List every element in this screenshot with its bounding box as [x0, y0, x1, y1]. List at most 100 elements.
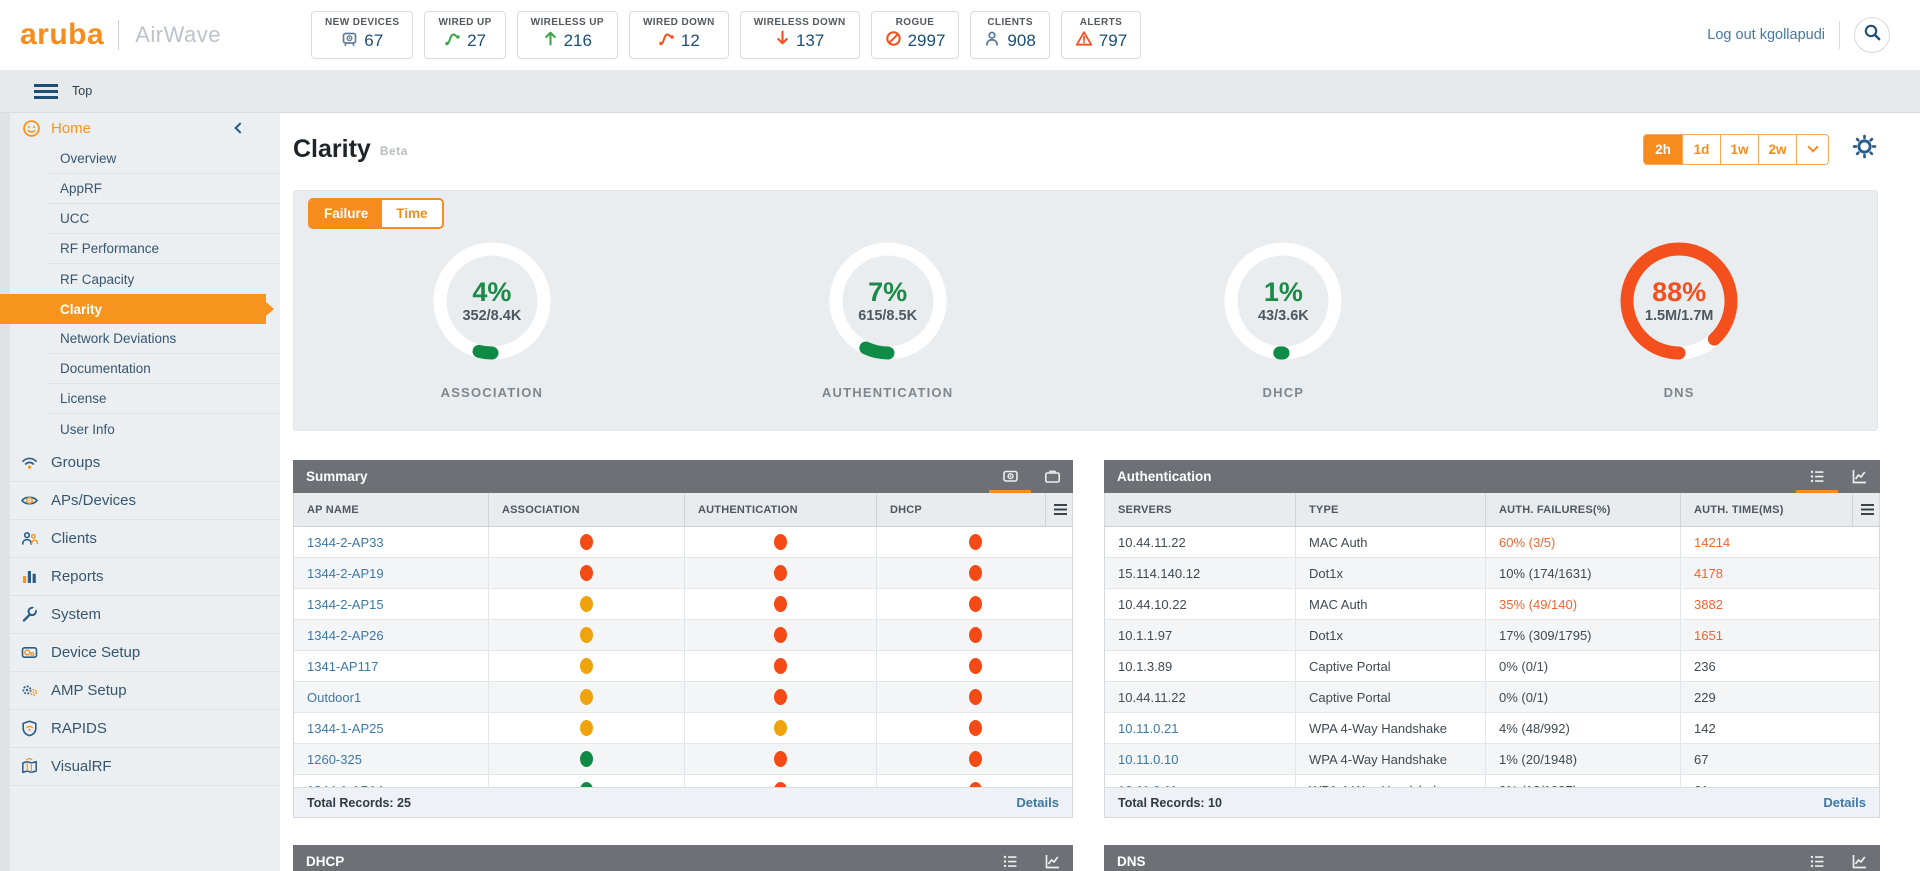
ap-link[interactable]: 1260-325: [307, 752, 362, 767]
ap-link[interactable]: 1341-AP117: [307, 659, 378, 674]
sidebar-item-home[interactable]: Home: [0, 113, 280, 144]
sidebar-item-clarity[interactable]: Clarity: [0, 294, 266, 324]
status-dot: [969, 565, 982, 581]
failures-cell: 0% (0/1): [1499, 689, 1549, 705]
status-dot: [774, 751, 787, 767]
failures-cell: 0% (0/1): [1499, 658, 1549, 674]
donut-label: DHCP: [1262, 385, 1305, 400]
menu-burger-icon[interactable]: [34, 83, 58, 99]
chevron-down-icon: [1806, 141, 1819, 153]
time-range-2w[interactable]: 2w: [1758, 134, 1796, 164]
cable-up-icon: [444, 30, 461, 52]
stat-wireless-down[interactable]: WIRELESS DOWN 137: [739, 11, 860, 59]
donut-label: ASSOCIATION: [440, 385, 544, 400]
server-cell: 10.1.1.97: [1118, 627, 1173, 643]
product-name: AirWave: [135, 22, 222, 47]
sidebar-item-amp-setup[interactable]: AMP Setup: [0, 672, 280, 710]
settings-button[interactable]: [1851, 133, 1878, 165]
stat-wired-up[interactable]: WIRED UP 27: [424, 11, 506, 59]
column-header[interactable]: AUTH. TIME(MS): [1680, 493, 1852, 526]
collapse-chevron-icon[interactable]: [234, 122, 246, 134]
donut-association: 4% 352/8.4K ASSOCIATION: [294, 239, 690, 400]
sidebar-item-clients[interactable]: Clients: [0, 520, 280, 558]
column-header[interactable]: TYPE: [1295, 493, 1485, 526]
folder-view-button[interactable]: [1031, 460, 1073, 493]
sidebar-item-aps-devices[interactable]: APs/Devices: [0, 482, 280, 520]
time-cell: 142: [1694, 720, 1716, 736]
stat-rogue[interactable]: ROGUE 2997: [870, 11, 960, 59]
sidebar-item-ucc[interactable]: UCC: [0, 204, 280, 234]
table-row: 1260-325: [294, 744, 1072, 775]
server-cell[interactable]: 10.11.0.21: [1118, 721, 1178, 736]
chart-view-button[interactable]: [1838, 845, 1880, 871]
sidebar-item-rf-capacity[interactable]: RF Capacity: [0, 264, 280, 294]
ap-link[interactable]: 1344-2-AP26: [307, 628, 384, 643]
search-button[interactable]: [1854, 17, 1890, 53]
ap-link[interactable]: Outdoor1: [307, 690, 361, 705]
column-header[interactable]: DHCP: [876, 493, 1045, 526]
dns-panel: DNS: [1104, 845, 1880, 871]
donut-dhcp: 1% 43/3.6K DHCP: [1086, 239, 1482, 400]
device-setup-icon: [20, 643, 39, 662]
ap-link[interactable]: 1344-2-AP19: [307, 566, 384, 581]
time-range-1w[interactable]: 1w: [1720, 134, 1758, 164]
toggle-failure[interactable]: Failure: [310, 200, 383, 227]
server-cell: 10.44.11.22: [1118, 689, 1186, 705]
breadcrumb-bar: Top: [0, 70, 1920, 113]
column-header[interactable]: ASSOCIATION: [488, 493, 684, 526]
list-view-button[interactable]: [1796, 460, 1838, 493]
list-view-button[interactable]: [1796, 845, 1838, 871]
table-menu-button[interactable]: [1852, 493, 1881, 526]
table-menu-button[interactable]: [1045, 493, 1074, 526]
chart-view-button[interactable]: [1838, 460, 1880, 493]
list-view-button[interactable]: [989, 845, 1031, 871]
sidebar-item-rf-performance[interactable]: RF Performance: [0, 234, 280, 264]
chart-view-button[interactable]: [1031, 845, 1073, 871]
stat-wireless-up[interactable]: WIRELESS UP 216: [516, 11, 618, 59]
ap-view-button[interactable]: [989, 460, 1031, 493]
column-header[interactable]: SERVERS: [1105, 493, 1295, 526]
clarity-gauges-panel: Failure Time 4% 352/8.4K ASSOCIATION 7% 61…: [293, 190, 1878, 431]
sidebar-item-overview[interactable]: Overview: [0, 144, 280, 174]
sidebar-item-network-deviations[interactable]: Network Deviations: [0, 324, 280, 354]
header-divider: [1839, 21, 1840, 49]
visualrf-icon: [20, 757, 39, 776]
status-dot: [969, 627, 982, 643]
column-header[interactable]: AUTHENTICATION: [684, 493, 876, 526]
time-range-2h[interactable]: 2h: [1644, 134, 1682, 164]
ap-link[interactable]: 1344-2-AP15: [307, 597, 384, 612]
type-cell: MAC Auth: [1309, 534, 1368, 550]
logout-link[interactable]: Log out kgollapudi: [1707, 27, 1825, 43]
sidebar-item-reports[interactable]: Reports: [0, 558, 280, 596]
sidebar-item-visualrf[interactable]: VisualRF: [0, 748, 280, 786]
sidebar-item-apprf[interactable]: AppRF: [0, 174, 280, 204]
sidebar-item-device-setup[interactable]: Device Setup: [0, 634, 280, 672]
time-range-dropdown[interactable]: [1796, 134, 1828, 164]
stat-clients[interactable]: CLIENTS 908: [970, 11, 1050, 59]
details-link[interactable]: Details: [1823, 795, 1866, 810]
sidebar-item-documentation[interactable]: Documentation: [0, 354, 280, 384]
breadcrumb[interactable]: Top: [72, 84, 92, 98]
sidebar-item-rapids[interactable]: RAPIDS: [0, 710, 280, 748]
stat-wired-down[interactable]: WIRED DOWN 12: [628, 11, 729, 59]
status-dot: [969, 689, 982, 705]
ap-link[interactable]: 1344-1-AP25: [307, 721, 384, 736]
sidebar-item-system[interactable]: System: [0, 596, 280, 634]
table-row: 1344-2-AP33: [294, 527, 1072, 558]
header-stats: NEW DEVICES 67 WIRED UP 27 WIRELESS UP 2…: [311, 11, 1142, 59]
sidebar-item-user-info[interactable]: User Info: [0, 414, 280, 444]
page-title: Clarity: [293, 134, 371, 163]
stat-alerts[interactable]: ALERTS 797: [1060, 11, 1142, 59]
toggle-time[interactable]: Time: [382, 200, 442, 227]
stat-new-devices[interactable]: NEW DEVICES 67: [311, 11, 414, 59]
column-header[interactable]: AUTH. FAILURES(%): [1485, 493, 1680, 526]
details-link[interactable]: Details: [1016, 795, 1059, 810]
sidebar-item-groups[interactable]: Groups: [0, 444, 280, 482]
status-dot: [580, 596, 593, 612]
ap-link[interactable]: 1344-2-AP33: [307, 535, 384, 550]
server-cell[interactable]: 10.11.0.10: [1118, 752, 1178, 767]
sidebar-item-license[interactable]: License: [0, 384, 280, 414]
time-range-1d[interactable]: 1d: [1682, 134, 1720, 164]
dhcp-panel: DHCP: [293, 845, 1073, 871]
column-header[interactable]: AP NAME: [294, 493, 488, 526]
